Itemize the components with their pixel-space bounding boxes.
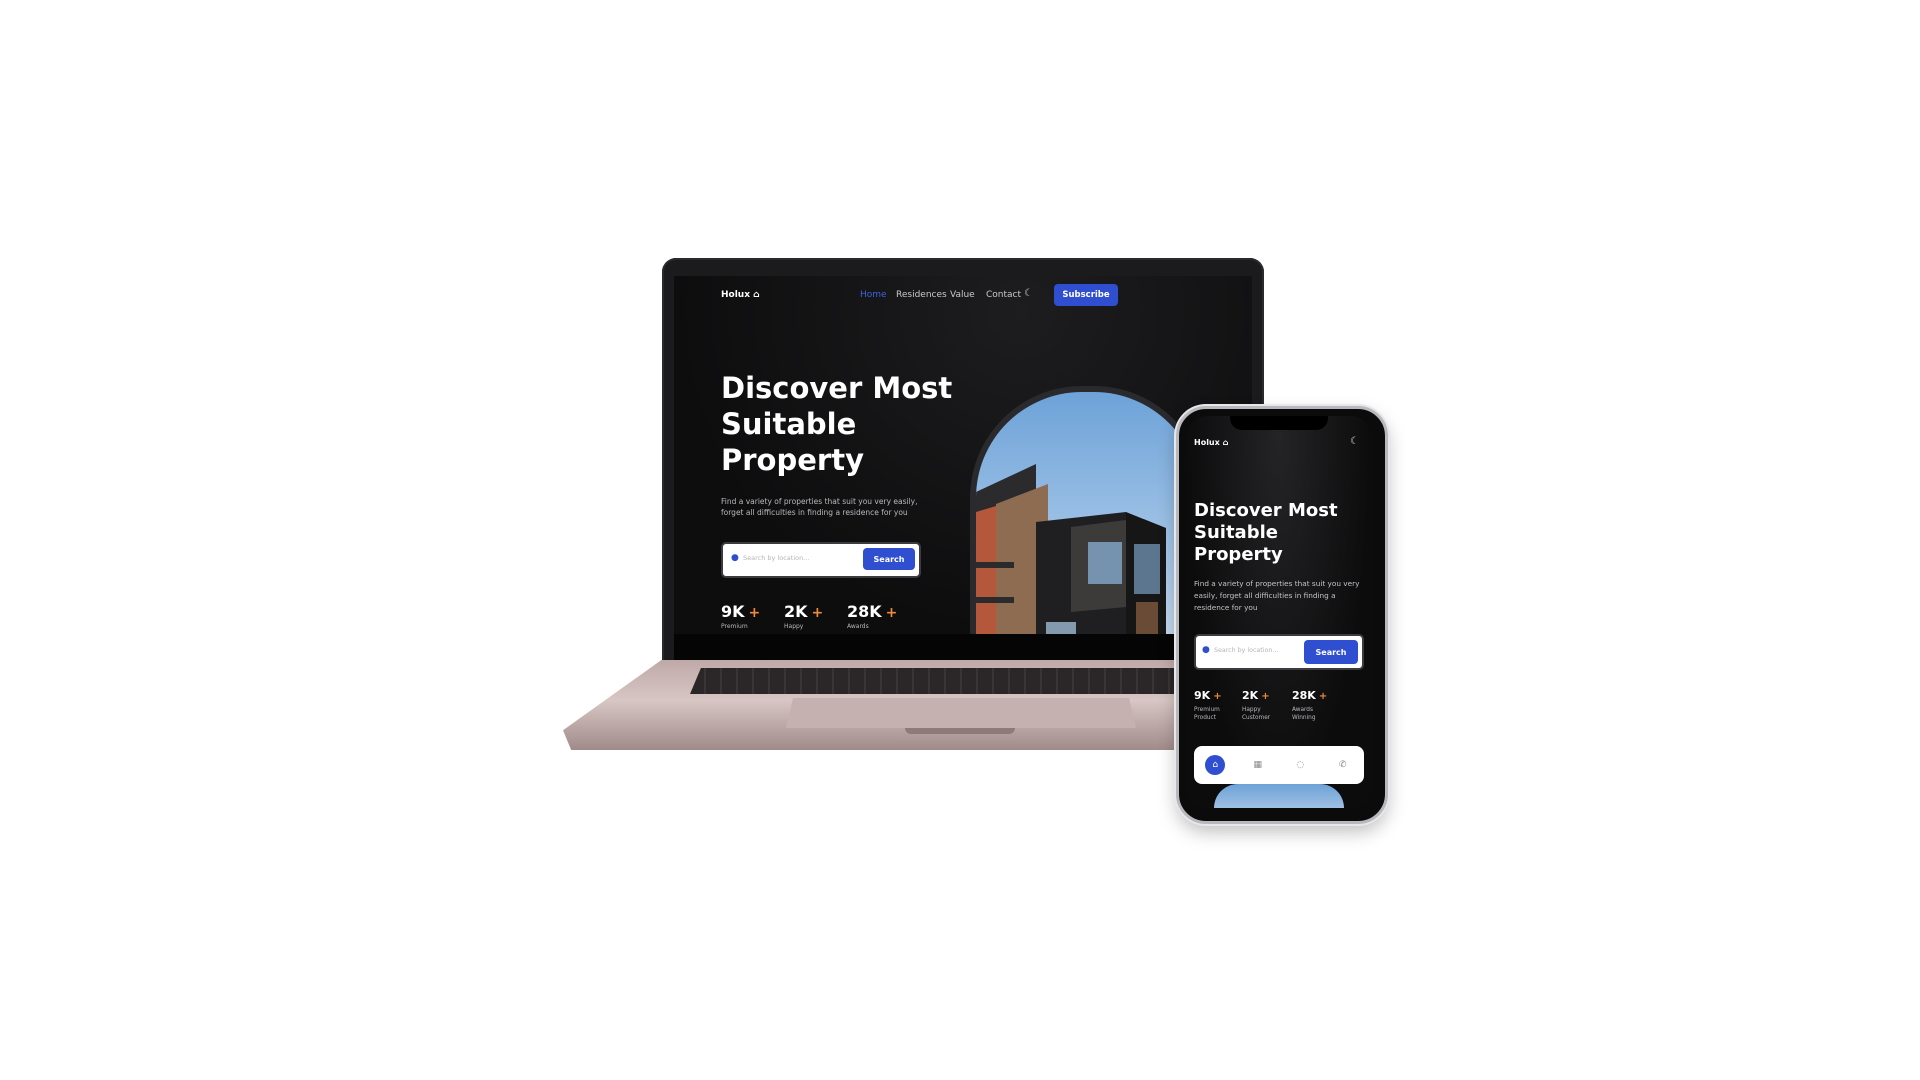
mobile-hero-title: Discover Most Suitable Property — [1194, 500, 1338, 565]
laptop-trackpad — [786, 698, 1136, 728]
desktop-logo[interactable]: Holux ⌂ — [721, 290, 760, 300]
mobile-search-bar: ● Search by location... Search — [1194, 634, 1364, 670]
laptop-bezel-bottom — [674, 634, 1252, 660]
hero-description: Find a variety of properties that suit y… — [721, 497, 918, 517]
nav-contact[interactable]: Contact — [986, 290, 1021, 300]
house-icon: ⌂ — [753, 290, 760, 300]
hero-title: Discover Most Suitable Property — [721, 371, 953, 477]
moon-icon[interactable]: ☾ — [1024, 288, 1033, 299]
stat-happy: 2K + Happy — [784, 602, 824, 630]
hero-building-image — [970, 386, 1206, 634]
mobile-screen: Holux ⌂ ☾ Discover Most Suitable Propert… — [1186, 416, 1372, 808]
nav-home[interactable]: Home — [860, 290, 887, 300]
mobile-hero-description: Find a variety of properties that suit y… — [1194, 579, 1360, 612]
laptop-notch — [905, 728, 1015, 734]
building-icon[interactable]: ▦ — [1248, 755, 1268, 775]
mobile-logo[interactable]: Holux ⌂ — [1194, 438, 1228, 447]
phone-notch — [1230, 416, 1328, 430]
nav-residences[interactable]: Residences — [896, 290, 947, 300]
mobile-hero-image-peek — [1214, 784, 1344, 808]
search-bar: ● Search by location... Search — [721, 542, 921, 578]
stat-premium: 9K + Premium — [721, 602, 761, 630]
location-pin-icon: ● — [731, 553, 739, 563]
location-pin-icon: ● — [1202, 645, 1210, 655]
subscribe-button[interactable]: Subscribe — [1054, 284, 1118, 306]
mobile-stat-premium: 9K + Premium Product — [1194, 689, 1222, 721]
desktop-screen: Holux ⌂ Home Residences Value Contact ☾ … — [674, 276, 1252, 634]
stat-awards: 28K + Awards — [847, 602, 898, 630]
mobile-search-input[interactable]: Search by location... — [1214, 647, 1278, 654]
mobile-search-button[interactable]: Search — [1304, 640, 1358, 664]
house-icon: ⌂ — [1222, 438, 1229, 447]
home-icon[interactable]: ⌂ — [1205, 755, 1226, 775]
search-button[interactable]: Search — [863, 548, 915, 570]
laptop-keyboard — [690, 668, 1236, 694]
mobile-tab-bar: ⌂ ▦ ◌ ✆ — [1194, 746, 1364, 784]
building-illustration — [976, 464, 1166, 634]
nav-value[interactable]: Value — [950, 290, 975, 300]
search-input[interactable]: Search by location... — [743, 554, 809, 562]
phone-icon[interactable]: ✆ — [1333, 755, 1353, 775]
mobile-stat-happy: 2K + Happy Customer — [1242, 689, 1271, 721]
moon-icon[interactable]: ☾ — [1350, 436, 1359, 447]
lightbulb-icon[interactable]: ◌ — [1290, 755, 1310, 775]
mobile-stat-awards: 28K + Awards Winning — [1292, 689, 1328, 721]
